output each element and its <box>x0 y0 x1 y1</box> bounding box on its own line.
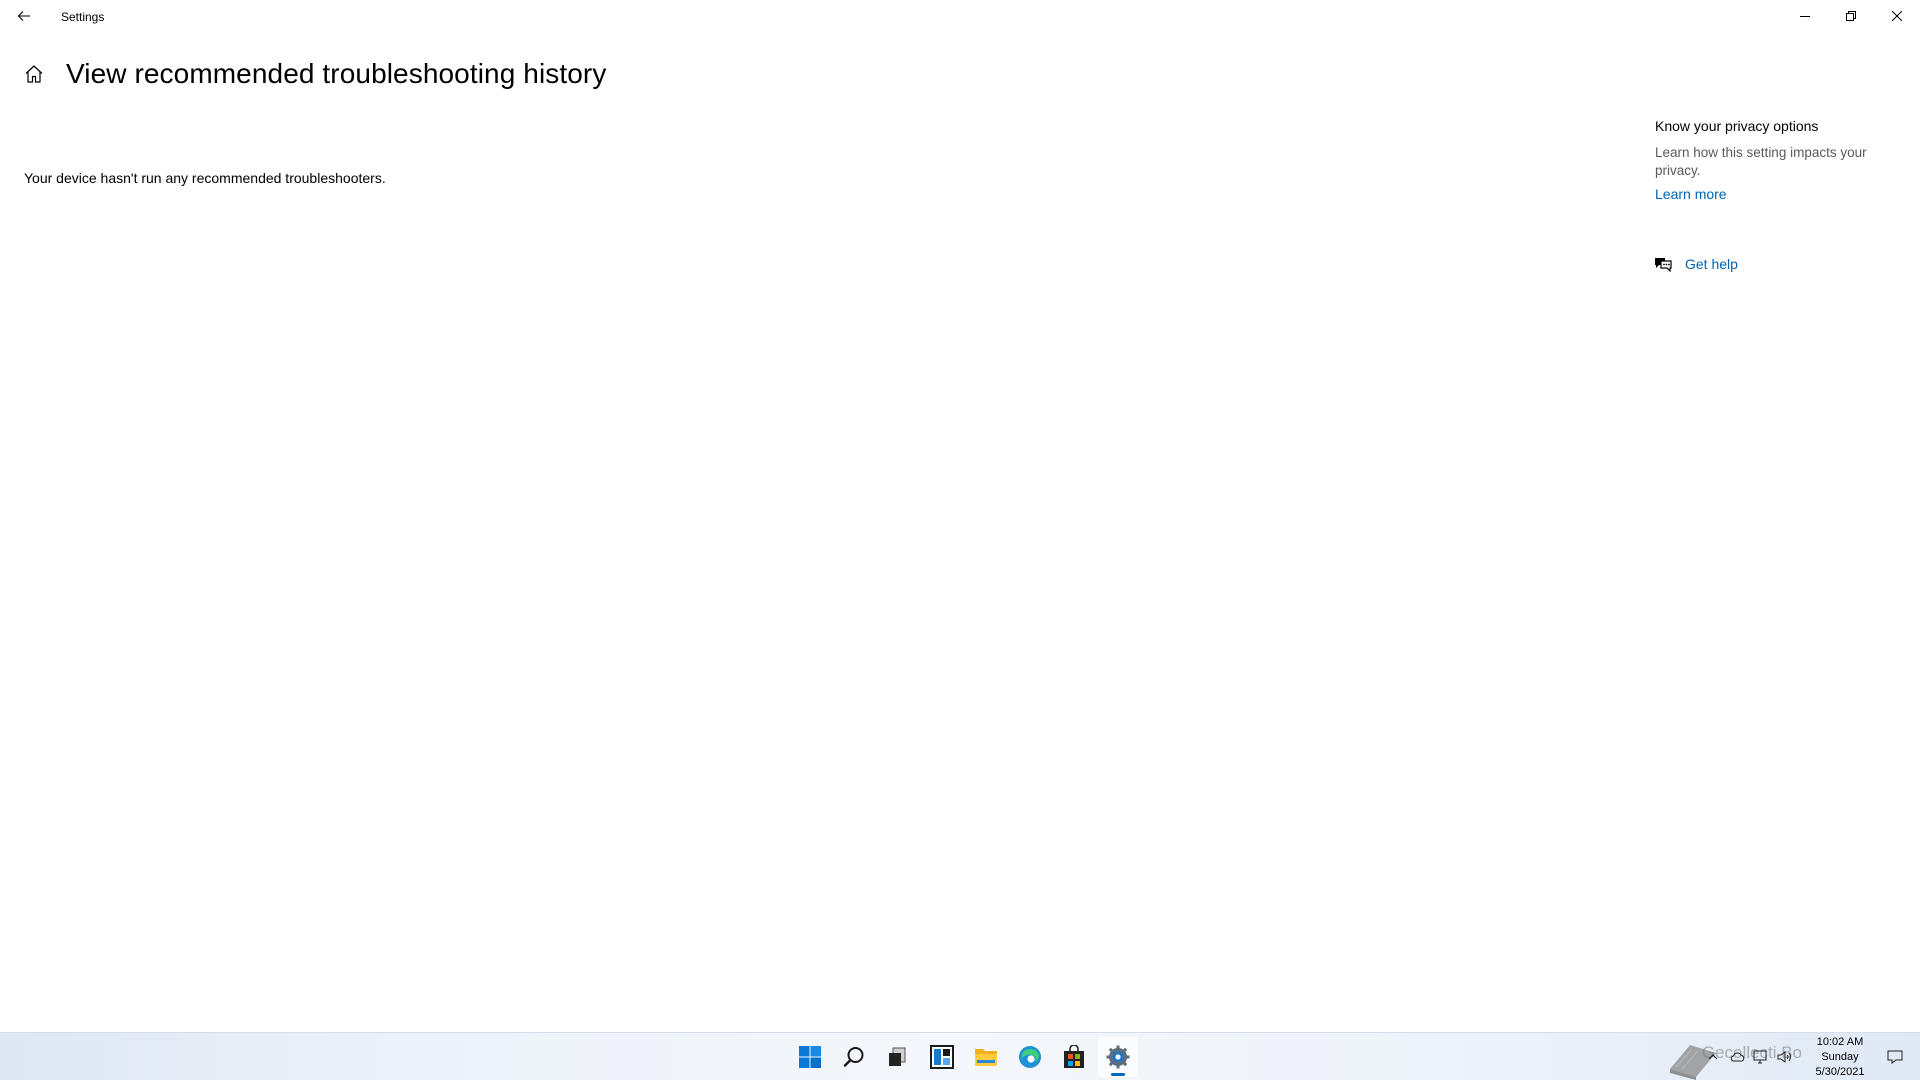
file-explorer-icon <box>975 1049 997 1066</box>
taskbar-apps <box>788 1033 1140 1080</box>
minimize-button[interactable] <box>1782 0 1828 32</box>
system-tray: 10:02 AM Sunday 5/30/2021 <box>1701 1033 1920 1080</box>
widgets-icon <box>930 1045 954 1069</box>
start-button[interactable] <box>790 1037 830 1077</box>
home-button[interactable] <box>20 60 48 88</box>
task-view-button[interactable] <box>878 1037 918 1077</box>
window-controls <box>1782 0 1920 32</box>
task-view-icon <box>889 1047 906 1066</box>
volume-button[interactable] <box>1774 1046 1796 1068</box>
empty-state-message: Your device hasn't run any recommended t… <box>24 170 386 186</box>
back-button[interactable] <box>0 0 48 32</box>
related-panel: Know your privacy options Learn how this… <box>1655 118 1895 204</box>
search-icon <box>843 1047 864 1067</box>
home-icon <box>25 65 43 83</box>
edge-icon <box>1019 1046 1041 1068</box>
start-icon <box>799 1046 821 1068</box>
page-header: View recommended troubleshooting history <box>20 54 606 94</box>
settings-icon <box>1106 1045 1130 1069</box>
store-button[interactable] <box>1054 1037 1094 1077</box>
search-button[interactable] <box>834 1037 874 1077</box>
privacy-description: Learn how this setting impacts your priv… <box>1655 145 1867 178</box>
store-icon <box>1064 1045 1084 1068</box>
onedrive-button[interactable] <box>1726 1046 1748 1068</box>
network-button[interactable] <box>1750 1046 1772 1068</box>
close-icon <box>1892 11 1902 21</box>
get-help-row[interactable]: Get help <box>1653 254 1738 274</box>
restore-icon <box>1846 11 1856 21</box>
close-button[interactable] <box>1874 0 1920 32</box>
clock-day: Sunday <box>1821 1050 1859 1063</box>
restore-button[interactable] <box>1828 0 1874 32</box>
get-help-link[interactable]: Get help <box>1685 256 1738 272</box>
page-title: View recommended troubleshooting history <box>66 58 607 89</box>
chevron-up-icon <box>1708 1054 1718 1060</box>
minimize-icon <box>1800 16 1810 17</box>
settings-taskbar-button[interactable] <box>1098 1037 1138 1077</box>
cloud-icon <box>1730 1052 1745 1062</box>
clock[interactable]: 10:02 AM Sunday 5/30/2021 <box>1803 1035 1877 1080</box>
show-hidden-icons-button[interactable] <box>1702 1046 1724 1068</box>
back-arrow-icon <box>17 11 30 21</box>
chat-help-icon <box>1653 254 1673 274</box>
title-bar: Settings <box>0 0 1920 32</box>
clock-time: 10:02 AM <box>1816 1035 1864 1048</box>
app-title: Settings <box>61 10 105 24</box>
taskbar: Gecollecti Bo 10:02 AM Sunday 5/30/2021 <box>0 1032 1920 1080</box>
volume-icon <box>1777 1051 1791 1063</box>
widgets-button[interactable] <box>922 1037 962 1077</box>
notification-icon <box>1887 1050 1903 1064</box>
privacy-heading: Know your privacy options <box>1655 118 1819 134</box>
edge-button[interactable] <box>1010 1037 1050 1077</box>
file-explorer-button[interactable] <box>966 1037 1006 1077</box>
notifications-button[interactable] <box>1884 1046 1906 1068</box>
network-icon <box>1753 1050 1767 1064</box>
clock-date: 5/30/2021 <box>1815 1065 1865 1078</box>
learn-more-link[interactable]: Learn more <box>1655 186 1727 202</box>
